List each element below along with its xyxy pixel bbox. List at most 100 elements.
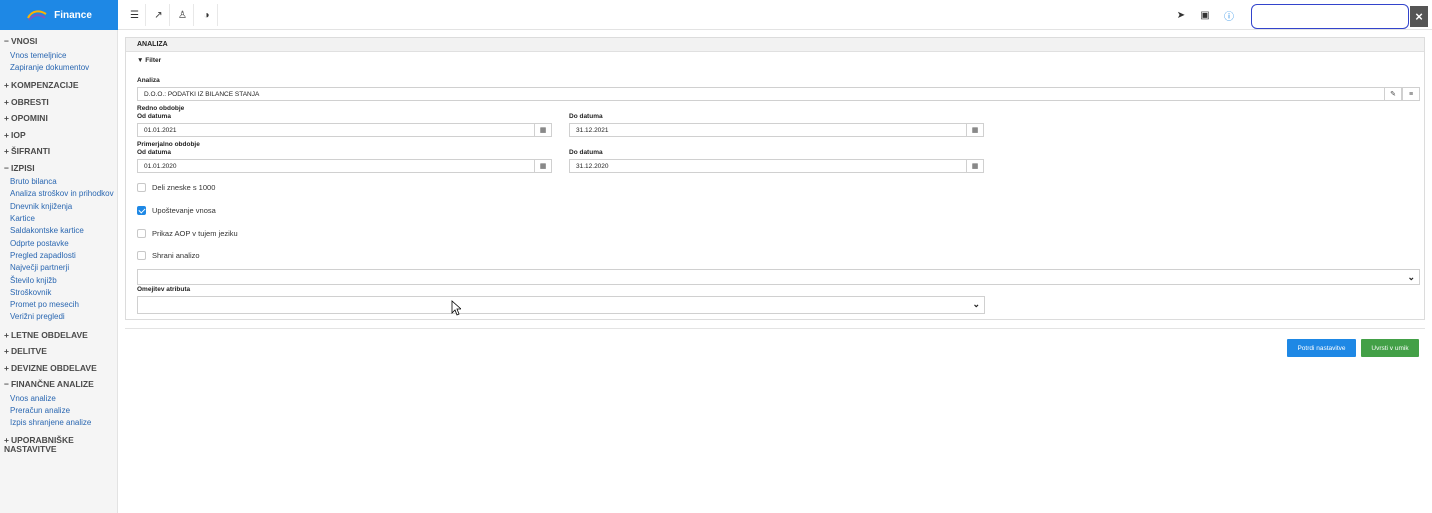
external-link-icon[interactable]: ↗ — [148, 4, 170, 26]
prim-do-label: Do datuma — [569, 149, 603, 156]
checkbox-shrani[interactable] — [137, 251, 146, 260]
redno-od-label: Od datuma — [137, 113, 171, 120]
analiza-label: Analiza — [137, 77, 160, 84]
sidebar-section-label: KOMPENZACIJE — [10, 80, 79, 91]
panel-title: ANALIZA — [126, 38, 1424, 52]
checkbox-deli[interactable] — [137, 183, 146, 192]
sidebar-item[interactable]: Saldakontske kartice — [10, 226, 84, 235]
confirm-settings-button[interactable]: Potrdi nastavitve — [1287, 339, 1356, 357]
primerjalno-label: Primerjalno obdobje — [137, 141, 200, 148]
info-icon[interactable]: ⓘ — [1220, 4, 1238, 26]
sidebar-item[interactable]: Verižni pregledi — [10, 312, 65, 321]
sidebar-section[interactable]: − FINANČNE ANALIZE — [4, 379, 94, 389]
app-logo[interactable]: Finance — [0, 0, 118, 30]
calendar-icon[interactable]: ▦ — [534, 159, 552, 173]
close-icon[interactable]: × — [1410, 6, 1428, 27]
sidebar-section-label: UPORABNIŠKE NASTAVITVE — [4, 434, 74, 454]
divider — [125, 328, 1425, 329]
toolbar-right: ➤ ▣ ⓘ — [1172, 0, 1240, 30]
redno-do-label: Do datuma — [569, 113, 603, 120]
collapse-icon: − — [4, 36, 9, 46]
expand-icon: + — [4, 346, 9, 357]
prim-od-label: Od datuma — [137, 149, 171, 156]
sidebar-item[interactable]: Kartice — [10, 214, 35, 223]
sidebar-section-label: DEVIZNE OBDELAVE — [10, 362, 97, 373]
analysis-select[interactable]: ⌄ — [137, 269, 1420, 285]
sidebar-section-label: DELITVE — [10, 346, 47, 357]
sidebar-section[interactable]: + DEVIZNE OBDELAVE — [4, 363, 97, 373]
sidebar-section[interactable]: − IZPISI — [4, 163, 35, 173]
analiza-field[interactable]: D.O.O.: PODATKI IZ BILANCE STANJA — [137, 87, 1385, 101]
filter-label[interactable]: ▼ Filter — [137, 57, 161, 64]
sidebar-item[interactable]: Pregled zapadlosti — [10, 251, 76, 260]
checkbox-shrani-label: Shrani analizo — [152, 251, 200, 260]
checkbox-upostevanje-label: Upoštevanje vnosa — [152, 206, 216, 215]
top-bar: Finance ☰ ↗ ♙ ◑ ➤ ▣ ⓘ × — [0, 0, 1432, 30]
analysis-panel: ANALIZA ▼ Filter Analiza D.O.O.: PODATKI… — [125, 37, 1425, 320]
sidebar-section[interactable]: + OBRESTI — [4, 97, 49, 107]
menu-icon[interactable]: ☰ — [124, 4, 146, 26]
prim-do-field[interactable]: 31.12.2020 — [569, 159, 967, 173]
sidebar-section[interactable]: + UPORABNIŠKE NASTAVITVE — [4, 434, 104, 454]
contrast-icon[interactable]: ◑ — [196, 4, 218, 26]
sidebar-item[interactable]: Vnos temeljnice — [10, 51, 66, 60]
checkbox-deli-label: Deli zneske s 1000 — [152, 183, 216, 192]
logo-icon — [27, 10, 47, 21]
search-input[interactable] — [1251, 4, 1409, 29]
sidebar-section[interactable]: − VNOSI — [4, 36, 37, 46]
redno-do-field[interactable]: 31.12.2021 — [569, 123, 967, 137]
sidebar-item[interactable]: Vnos analize — [10, 394, 56, 403]
redno-od-field[interactable]: 01.01.2021 — [137, 123, 535, 137]
collapse-icon: − — [4, 379, 9, 390]
collapse-icon: − — [4, 162, 9, 173]
sidebar-section[interactable]: + OPOMINI — [4, 113, 48, 123]
omejitev-select[interactable]: ⌄ — [137, 296, 985, 314]
sidebar-section[interactable]: + KOMPENZACIJE — [4, 80, 79, 90]
list-icon[interactable]: ≡ — [1402, 87, 1420, 101]
card-icon[interactable]: ▣ — [1196, 4, 1214, 26]
sidebar-section-label: ŠIFRANTI — [10, 146, 51, 157]
expand-icon: + — [4, 329, 9, 340]
expand-icon: + — [4, 129, 9, 140]
prim-od-field[interactable]: 01.01.2020 — [137, 159, 535, 173]
expand-icon: + — [4, 146, 9, 157]
sidebar: − VNOSI Vnos temeljnice Zapiranje dokumento… — [0, 30, 118, 513]
send-icon[interactable]: ➤ — [1172, 4, 1190, 26]
sidebar-item[interactable]: Odprte postavke — [10, 239, 69, 248]
sidebar-section-label: VNOSI — [10, 36, 38, 46]
calendar-icon[interactable]: ▦ — [534, 123, 552, 137]
expand-icon: + — [4, 80, 9, 91]
checkbox-upostevanje[interactable] — [137, 206, 146, 215]
sidebar-item[interactable]: Promet po mesecih — [10, 300, 79, 309]
sidebar-section[interactable]: + DELITVE — [4, 346, 47, 356]
sidebar-item[interactable]: Preračun analize — [10, 406, 70, 415]
chevron-down-icon: ⌄ — [1407, 272, 1415, 282]
omejitev-label: Omejitev atributa — [137, 286, 191, 293]
calendar-icon[interactable]: ▦ — [966, 123, 984, 137]
sidebar-item[interactable]: Analiza stroškov in prihodkov — [10, 189, 114, 198]
app-title: Finance — [54, 9, 92, 21]
sidebar-section-label: FINANČNE ANALIZE — [10, 379, 94, 390]
edit-icon[interactable]: ✎ — [1384, 87, 1402, 101]
expand-icon: + — [4, 362, 9, 373]
checkbox-aop[interactable] — [137, 229, 146, 238]
sidebar-section-label: LETNE OBDELAVE — [10, 329, 88, 340]
sidebar-section[interactable]: + IOP — [4, 130, 26, 140]
sidebar-section-label: OBRESTI — [10, 96, 49, 107]
sidebar-item[interactable]: Število knjižb — [10, 276, 57, 285]
sidebar-item[interactable]: Dnevnik knjiženja — [10, 202, 72, 211]
sidebar-section-label: IOP — [10, 129, 26, 140]
sidebar-section[interactable]: + LETNE OBDELAVE — [4, 330, 88, 340]
sidebar-section-label: OPOMINI — [10, 113, 48, 124]
sidebar-item[interactable]: Zapiranje dokumentov — [10, 63, 89, 72]
sidebar-item[interactable]: Največji partnerji — [10, 263, 69, 272]
sidebar-item[interactable]: Bruto bilanca — [10, 177, 57, 186]
calendar-icon[interactable]: ▦ — [966, 159, 984, 173]
sidebar-item[interactable]: Izpis shranjene analize — [10, 418, 91, 427]
sidebar-item[interactable]: Stroškovnik — [10, 288, 51, 297]
expand-icon: + — [4, 113, 9, 124]
user-icon[interactable]: ♙ — [172, 4, 194, 26]
sidebar-section[interactable]: + ŠIFRANTI — [4, 146, 50, 156]
queue-button[interactable]: Uvrsti v umik — [1361, 339, 1419, 357]
expand-icon: + — [4, 96, 9, 107]
